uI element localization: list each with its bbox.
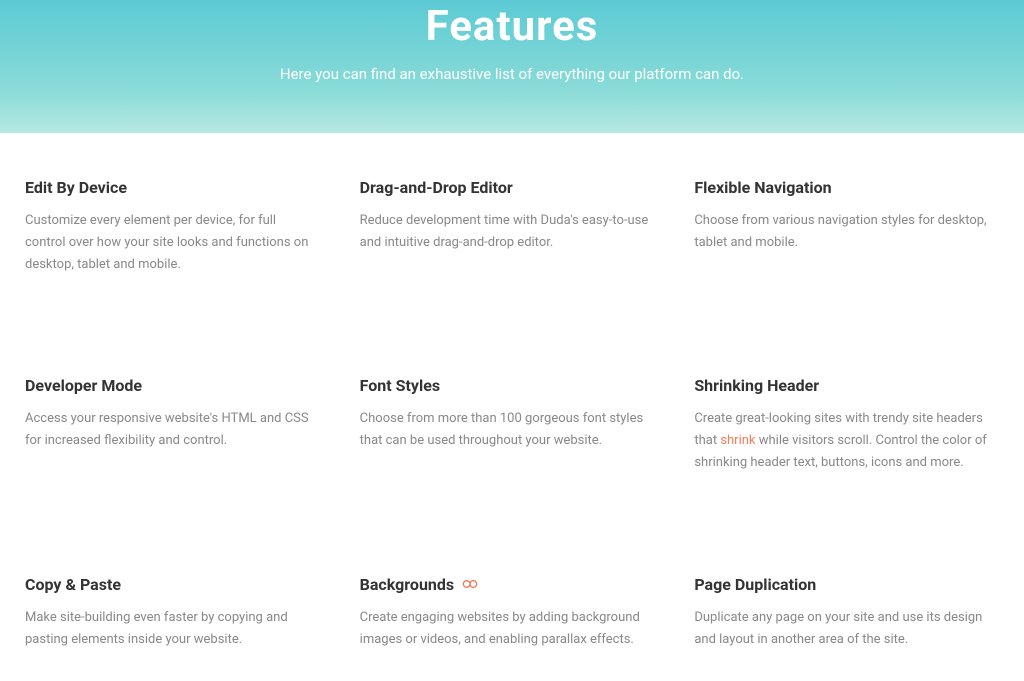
feature-shrinking-header: Shrinking Header Create great-looking si… xyxy=(694,376,999,474)
feature-description: Duplicate any page on your site and use … xyxy=(694,607,989,651)
feature-title: Shrinking Header xyxy=(694,376,989,395)
feature-title: Drag-and-Drop Editor xyxy=(360,178,655,197)
feature-description: Access your responsive website's HTML an… xyxy=(25,408,320,452)
feature-copy-paste: Copy & Paste Make site-building even fas… xyxy=(25,575,330,651)
feature-description: Make site-building even faster by copyin… xyxy=(25,607,320,651)
feature-description: Reduce development time with Duda's easy… xyxy=(360,210,655,254)
feature-title: Flexible Navigation xyxy=(694,178,989,197)
feature-description: Choose from various navigation styles fo… xyxy=(694,210,989,254)
link-icon[interactable] xyxy=(462,578,478,590)
feature-title: Edit By Device xyxy=(25,178,320,197)
feature-title-text: Backgrounds xyxy=(360,575,454,594)
feature-title: Page Duplication xyxy=(694,575,989,594)
page-title: Features xyxy=(40,0,984,51)
feature-flexible-navigation: Flexible Navigation Choose from various … xyxy=(694,178,999,276)
feature-title: Developer Mode xyxy=(25,376,320,395)
feature-title: Backgrounds xyxy=(360,575,655,594)
feature-backgrounds: Backgrounds Create engaging websites by … xyxy=(360,575,665,651)
hero-section: Features Here you can find an exhaustive… xyxy=(0,0,1024,133)
shrink-link[interactable]: shrink xyxy=(720,433,755,448)
feature-description: Customize every element per device, for … xyxy=(25,210,320,276)
feature-drag-and-drop: Drag-and-Drop Editor Reduce development … xyxy=(360,178,665,276)
features-grid: Edit By Device Customize every element p… xyxy=(0,133,1024,681)
feature-font-styles: Font Styles Choose from more than 100 go… xyxy=(360,376,665,474)
feature-edit-by-device: Edit By Device Customize every element p… xyxy=(25,178,330,276)
page-subtitle: Here you can find an exhaustive list of … xyxy=(40,65,984,83)
feature-description: Create great-looking sites with trendy s… xyxy=(694,408,989,474)
feature-description: Choose from more than 100 gorgeous font … xyxy=(360,408,655,452)
feature-title: Copy & Paste xyxy=(25,575,320,594)
feature-title: Font Styles xyxy=(360,376,655,395)
feature-developer-mode: Developer Mode Access your responsive we… xyxy=(25,376,330,474)
feature-page-duplication: Page Duplication Duplicate any page on y… xyxy=(694,575,999,651)
feature-description: Create engaging websites by adding backg… xyxy=(360,607,655,651)
